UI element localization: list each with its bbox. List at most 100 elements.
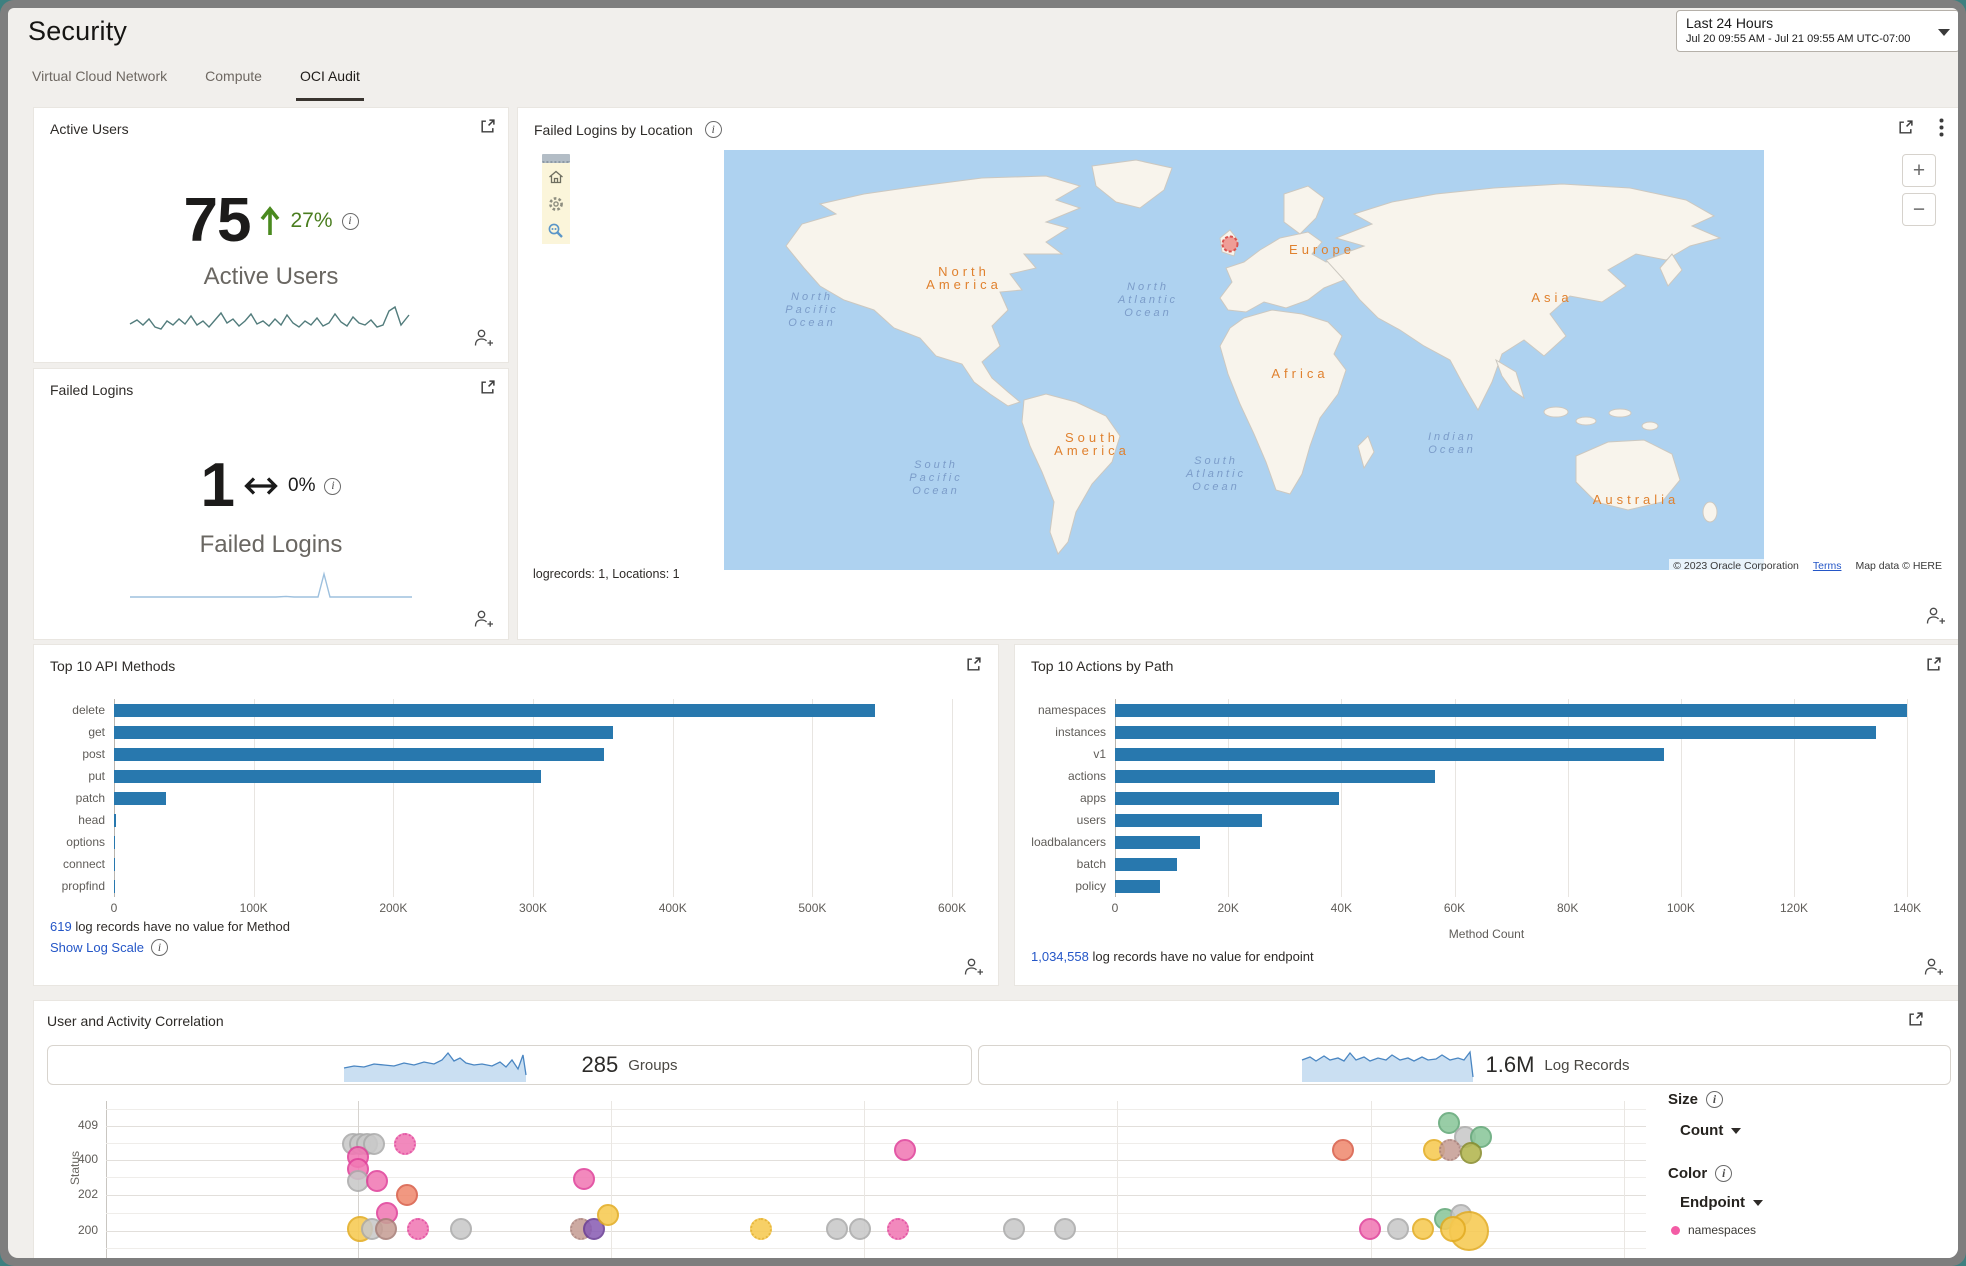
scatter-point-mauve[interactable] <box>1439 1139 1461 1161</box>
scatter-point-gray[interactable] <box>450 1218 472 1240</box>
bar-actions[interactable] <box>1115 770 1435 783</box>
x-tick: 200K <box>379 901 407 915</box>
person-plus-icon[interactable] <box>474 328 494 348</box>
category-label: policy <box>1031 879 1115 893</box>
gear-icon[interactable] <box>542 190 570 217</box>
scatter-point-yellow[interactable] <box>1440 1216 1466 1242</box>
info-icon[interactable]: i <box>151 939 168 956</box>
bar-head[interactable] <box>114 814 116 827</box>
bar-batch[interactable] <box>1115 858 1177 871</box>
map-data-credit: Map data © HERE <box>1855 560 1942 572</box>
time-range-detail: Jul 20 09:55 AM - Jul 21 09:55 AM UTC-07… <box>1686 32 1933 46</box>
map-zoom-in-button[interactable]: + <box>1902 154 1936 187</box>
time-range-selector[interactable]: Last 24 Hours Jul 20 09:55 AM - Jul 21 0… <box>1676 10 1958 52</box>
category-label: apps <box>1031 791 1115 805</box>
open-in-new-icon[interactable] <box>1897 119 1914 136</box>
bar-track <box>1115 748 1940 761</box>
scatter-point-yellow[interactable] <box>750 1218 772 1240</box>
show-log-scale-link[interactable]: Show Log Scale <box>50 940 144 955</box>
bar-instances[interactable] <box>1115 726 1876 739</box>
bar-row-policy: policy <box>1031 875 1940 897</box>
scatter-point-pink[interactable] <box>887 1218 909 1240</box>
terms-link[interactable]: Terms <box>1813 560 1842 572</box>
scatter-legend: Size i Count Color i Endpoint namespaces <box>1668 1091 1763 1237</box>
toolbar-drag-handle[interactable] <box>542 154 570 163</box>
bar-row-get: get <box>50 721 980 743</box>
scatter-point-gray[interactable] <box>1003 1218 1025 1240</box>
bar-v1[interactable] <box>1115 748 1664 761</box>
scatter-point-yellow[interactable] <box>1412 1218 1434 1240</box>
category-label: post <box>50 747 114 761</box>
scatter-point-pink[interactable] <box>407 1218 429 1240</box>
scatter-point-pink[interactable] <box>366 1170 388 1192</box>
bar-loadbalancers[interactable] <box>1115 836 1200 849</box>
bar-post[interactable] <box>114 748 604 761</box>
footnote-text: log records have no value for endpoint <box>1089 949 1314 964</box>
person-plus-icon[interactable] <box>474 609 494 629</box>
failed-login-marker[interactable] <box>1223 237 1238 252</box>
bar-track <box>1115 726 1940 739</box>
failed-logins-value: 1 <box>201 455 234 517</box>
size-value: Count <box>1680 1122 1723 1139</box>
scatter-point-pink[interactable] <box>1359 1218 1381 1240</box>
person-plus-icon[interactable] <box>1926 606 1946 626</box>
tab-virtual-cloud-network[interactable]: Virtual Cloud Network <box>28 68 171 101</box>
active-users-value: 75 <box>184 190 251 252</box>
bar-namespaces[interactable] <box>1115 704 1907 717</box>
bar-delete[interactable] <box>114 704 875 717</box>
kebab-menu-icon[interactable] <box>1939 118 1944 137</box>
chevron-down-icon <box>1731 1128 1741 1134</box>
color-dropdown[interactable]: Endpoint <box>1680 1194 1763 1211</box>
tab-oci-audit[interactable]: OCI Audit <box>296 68 364 101</box>
info-icon[interactable]: i <box>324 478 341 495</box>
open-in-new-icon[interactable] <box>1925 656 1942 673</box>
scatter-point-gray[interactable] <box>1387 1218 1409 1240</box>
scatter-point-pink[interactable] <box>573 1168 595 1190</box>
scatter-point-pink[interactable] <box>894 1139 916 1161</box>
open-in-new-icon[interactable] <box>479 379 496 396</box>
gridline <box>1117 1101 1118 1258</box>
bar-apps[interactable] <box>1115 792 1339 805</box>
bar-users[interactable] <box>1115 814 1262 827</box>
category-label: batch <box>1031 857 1115 871</box>
bar-patch[interactable] <box>114 792 166 805</box>
info-icon[interactable]: i <box>1706 1091 1723 1108</box>
scatter-point-gray[interactable] <box>826 1218 848 1240</box>
map-zoom-out-button[interactable]: − <box>1902 193 1936 226</box>
bar-row-v1: v1 <box>1031 743 1940 765</box>
info-icon[interactable]: i <box>342 213 359 230</box>
color-label: Color <box>1668 1165 1707 1182</box>
size-dropdown[interactable]: Count <box>1680 1122 1763 1139</box>
person-plus-icon[interactable] <box>964 957 984 977</box>
open-in-new-icon[interactable] <box>965 656 982 673</box>
open-in-new-icon[interactable] <box>479 118 496 135</box>
x-axis-ticks: 020K40K60K80K100K120K140K <box>1115 901 1940 917</box>
tab-compute[interactable]: Compute <box>201 68 266 101</box>
bar-policy[interactable] <box>1115 880 1160 893</box>
scatter-point-gray[interactable] <box>1054 1218 1076 1240</box>
scatter-point-yellow[interactable] <box>597 1204 619 1226</box>
record-count-link[interactable]: 619 <box>50 919 72 934</box>
scatter-point-olive[interactable] <box>1460 1142 1482 1164</box>
legend-item-namespaces[interactable]: namespaces <box>1671 1223 1763 1237</box>
person-plus-icon[interactable] <box>1924 957 1944 977</box>
info-icon[interactable]: i <box>1715 1165 1732 1182</box>
scatter-point-orange[interactable] <box>1332 1139 1354 1161</box>
category-label: actions <box>1031 769 1115 783</box>
info-icon[interactable]: i <box>705 121 722 138</box>
bar-put[interactable] <box>114 770 541 783</box>
world-map[interactable]: NorthPacificOceanNorthAmericaNorthAtlant… <box>724 150 1764 570</box>
bar-get[interactable] <box>114 726 613 739</box>
scatter-point-pink[interactable] <box>394 1133 416 1155</box>
bar-row-batch: batch <box>1031 853 1940 875</box>
bar-options[interactable] <box>114 836 115 849</box>
zoom-to-data-icon[interactable] <box>542 217 570 244</box>
map-copyright: © 2023 Oracle Corporation <box>1673 560 1799 572</box>
home-icon[interactable] <box>542 163 570 190</box>
app-window: Security Last 24 Hours Jul 20 09:55 AM -… <box>8 8 1958 1258</box>
bar-connect[interactable] <box>114 858 115 871</box>
scatter-point-orange[interactable] <box>396 1184 418 1206</box>
scatter-point-gray[interactable] <box>849 1218 871 1240</box>
scatter-point-mauve[interactable] <box>375 1218 397 1240</box>
record-count-link[interactable]: 1,034,558 <box>1031 949 1089 964</box>
